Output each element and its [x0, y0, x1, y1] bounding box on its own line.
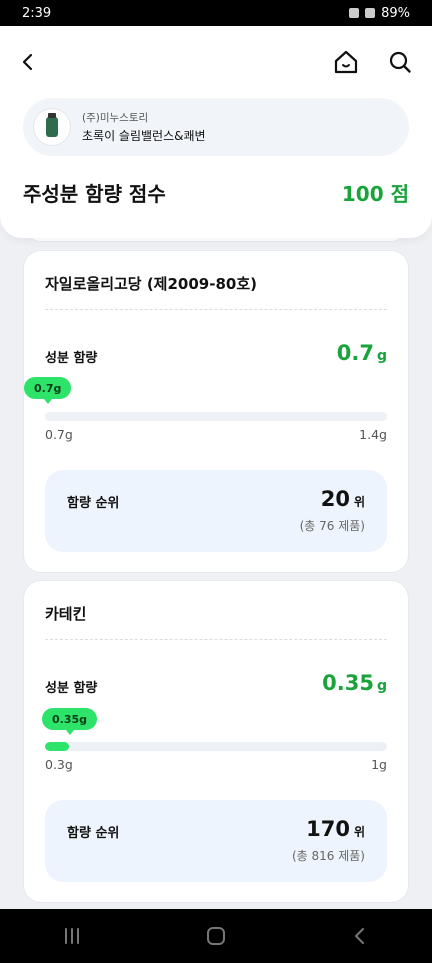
amount-value: 0.7 g	[336, 341, 387, 365]
range-max: 1.4g	[359, 427, 387, 442]
rank-label: 함량 순위	[67, 496, 120, 511]
signal-icon	[349, 8, 360, 18]
system-back-button[interactable]	[340, 921, 380, 951]
home-circle-icon	[207, 927, 225, 945]
amount-bar-fill	[45, 742, 69, 751]
status-time: 2:39	[22, 5, 52, 21]
home-icon	[334, 50, 358, 74]
divider	[45, 309, 387, 310]
score-row: 주성분 함량 점수 100 점	[23, 178, 409, 207]
amount-bar	[45, 742, 387, 751]
divider	[45, 639, 387, 640]
status-icons: 89%	[349, 6, 410, 21]
search-icon	[389, 51, 411, 73]
product-thumbnail	[33, 108, 71, 146]
status-bar: 2:39 89%	[0, 0, 432, 26]
rank-box: 함량 순위 170 위 (총 816 제품)	[45, 800, 387, 882]
amount-label: 성분 함량	[45, 681, 98, 696]
rank-total: (총 76 제품)	[299, 519, 365, 533]
score-title: 주성분 함량 점수	[23, 182, 166, 206]
amount-value: 0.35 g	[322, 671, 387, 695]
header: (주)미누스토리 초록이 슬림밸런스&쾌변 주성분 함량 점수 100 점	[0, 26, 432, 238]
ingredient-card: 카테킨 성분 함량 0.35 g 0.35g 0.3g 1g 함량 순위 170 위…	[23, 580, 409, 903]
amount-bubble: 0.35g	[42, 708, 98, 735]
product-summary[interactable]: (주)미누스토리 초록이 슬림밸런스&쾌변	[23, 98, 409, 156]
rank-box: 함량 순위 20 위 (총 76 제품)	[45, 470, 387, 552]
wifi-icon	[365, 8, 376, 18]
amount-bar	[45, 412, 387, 421]
back-arrow-icon	[22, 53, 33, 71]
recents-button[interactable]	[52, 921, 92, 951]
search-button[interactable]	[386, 48, 414, 76]
recents-icon	[65, 928, 79, 944]
amount-label: 성분 함량	[45, 351, 98, 366]
system-home-button[interactable]	[196, 921, 236, 951]
rank-value: 170 위	[306, 817, 365, 841]
product-name: 초록이 슬림밸런스&쾌변	[82, 129, 206, 143]
battery-level: 89%	[381, 5, 410, 21]
bottle-icon	[46, 113, 58, 137]
company-name: (주)미누스토리	[82, 112, 149, 124]
home-button[interactable]	[332, 48, 360, 76]
rank-value: 20 위	[320, 487, 365, 511]
rank-label: 함량 순위	[67, 826, 120, 841]
ingredient-name: 카테킨	[45, 605, 87, 623]
ingredient-card: 자일로올리고당 (제2009-80호) 성분 함량 0.7 g 0.7g 0.7g…	[23, 250, 409, 573]
ingredient-name: 자일로올리고당 (제2009-80호)	[45, 275, 257, 293]
score-value: 100 점	[341, 182, 409, 206]
range-min: 0.7g	[45, 427, 73, 442]
nav-back-icon	[355, 928, 364, 944]
range-max: 1g	[371, 757, 387, 772]
range-min: 0.3g	[45, 757, 73, 772]
system-nav-bar	[0, 909, 432, 963]
amount-bubble: 0.7g	[24, 377, 72, 404]
rank-total: (총 816 제품)	[291, 849, 365, 863]
back-button[interactable]	[14, 48, 42, 76]
